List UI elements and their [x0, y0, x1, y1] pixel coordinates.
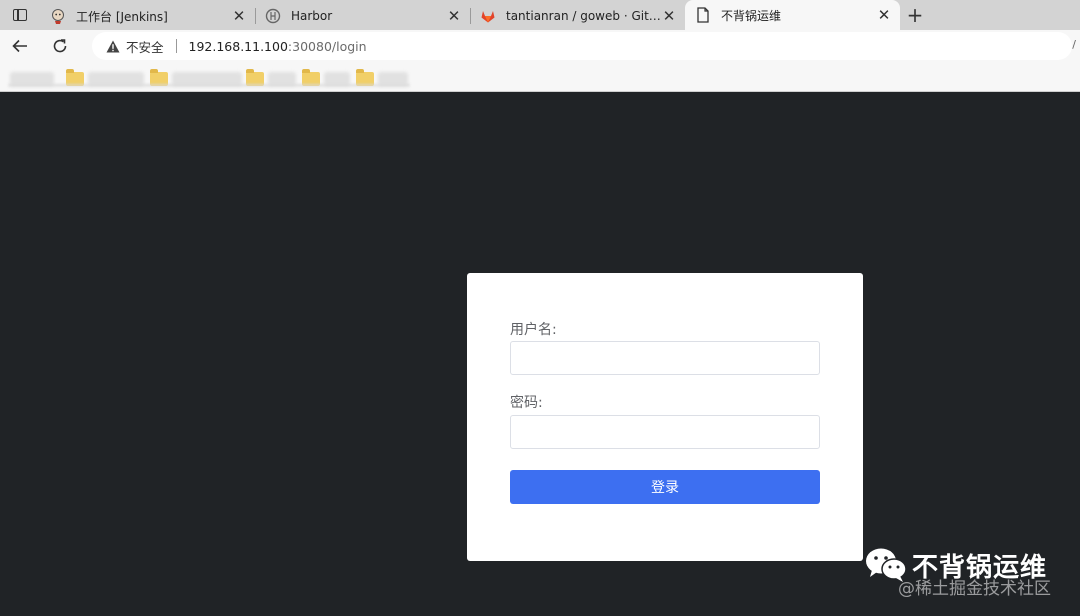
- login-button[interactable]: 登录: [510, 470, 820, 504]
- username-input[interactable]: [510, 341, 820, 375]
- close-icon[interactable]: ✕: [876, 7, 892, 23]
- url-path: :30080/login: [287, 38, 367, 54]
- tab-jenkins[interactable]: 工作台 [Jenkins] ✕: [40, 2, 255, 30]
- close-icon[interactable]: ✕: [231, 8, 247, 24]
- sidebar-layout-icon: [13, 9, 27, 21]
- tab-actions-button[interactable]: [0, 0, 40, 30]
- page-icon: [695, 7, 711, 23]
- security-label[interactable]: 不安全: [126, 37, 164, 56]
- tab-title: 不背锅运维: [721, 8, 782, 23]
- bookmarks-blur-shadow: [8, 84, 410, 88]
- address-bar[interactable]: 不安全 192.168.11.100 :30080/login: [92, 32, 1072, 60]
- tab-strip: 工作台 [Jenkins] ✕ Harbor ✕ tantianran / go…: [0, 0, 1080, 30]
- login-card: 用户名: 密码: 登录: [467, 273, 863, 561]
- jenkins-icon: [50, 8, 66, 24]
- close-icon[interactable]: ✕: [661, 8, 677, 24]
- url-host: 192.168.11.100: [188, 38, 288, 54]
- harbor-icon: [265, 8, 281, 24]
- omnibox-divider: [175, 39, 177, 53]
- password-label: 密码:: [510, 395, 543, 411]
- close-icon[interactable]: ✕: [446, 8, 462, 24]
- reload-icon: [53, 39, 67, 53]
- password-input[interactable]: [510, 415, 820, 449]
- plus-icon: +: [906, 3, 924, 27]
- gitlab-icon: [480, 8, 496, 24]
- browser-toolbar: 不安全 192.168.11.100 :30080/login /: [0, 30, 1080, 62]
- toolbar-end-mark: /: [1072, 38, 1076, 51]
- tab-active[interactable]: 不背锅运维 ✕: [685, 0, 900, 30]
- reload-button[interactable]: [40, 30, 80, 62]
- back-button[interactable]: [0, 30, 40, 62]
- tab-title: tantianran / goweb · GitLab: [506, 9, 661, 23]
- tab-harbor[interactable]: Harbor ✕: [255, 2, 470, 30]
- warning-icon[interactable]: [106, 39, 120, 53]
- tab-title: 工作台 [Jenkins]: [76, 9, 168, 24]
- username-label: 用户名:: [510, 322, 557, 338]
- new-tab-button[interactable]: +: [900, 0, 930, 30]
- tab-title: Harbor: [291, 9, 333, 23]
- watermark-subtitle: @稀土掘金技术社区: [898, 579, 1051, 599]
- arrow-left-icon: [12, 39, 27, 53]
- tab-gitlab[interactable]: tantianran / goweb · GitLab ✕: [470, 2, 685, 30]
